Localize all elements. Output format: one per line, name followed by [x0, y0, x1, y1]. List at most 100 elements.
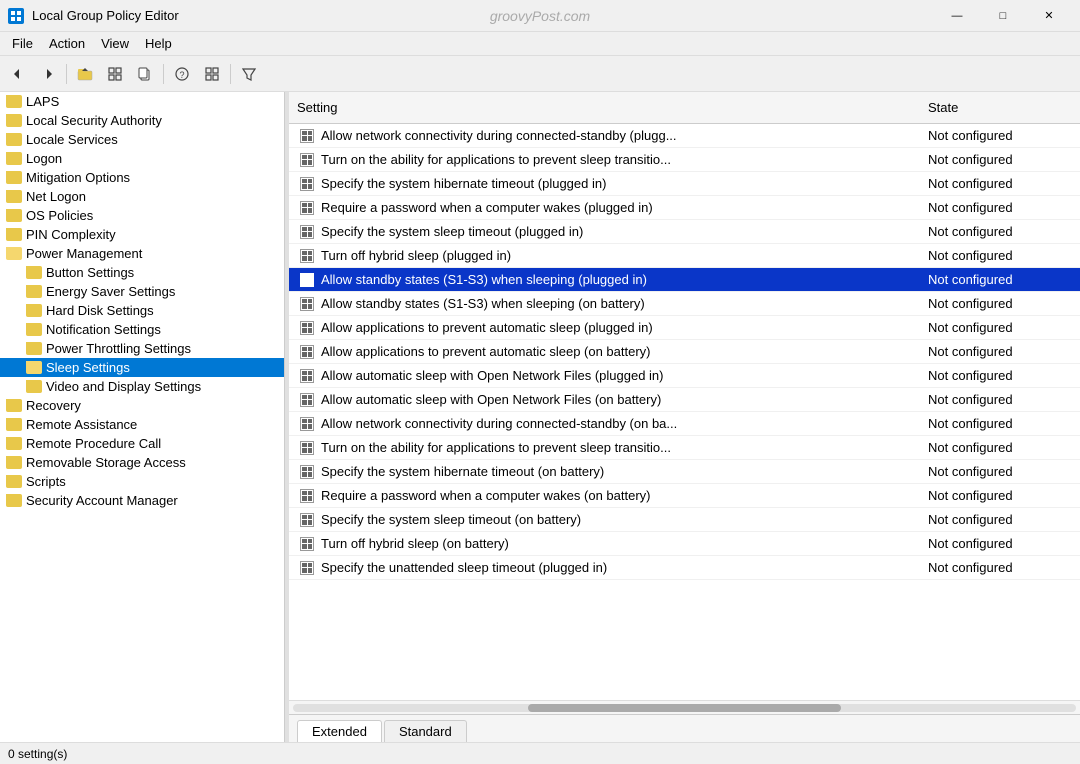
menu-help[interactable]: Help — [137, 34, 180, 53]
tree-item-label: Locale Services — [26, 132, 118, 147]
tab-standard[interactable]: Standard — [384, 720, 467, 742]
table-row[interactable]: Require a password when a computer wakes… — [289, 196, 1080, 220]
table-row[interactable]: Allow network connectivity during connec… — [289, 412, 1080, 436]
setting-icon — [297, 150, 317, 170]
table-row[interactable]: Allow automatic sleep with Open Network … — [289, 388, 1080, 412]
tree-item-local-security-authority[interactable]: Local Security Authority — [0, 111, 284, 130]
table-row[interactable]: Allow standby states (S1-S3) when sleepi… — [289, 268, 1080, 292]
row-setting: Turn off hybrid sleep (on battery) — [317, 532, 920, 555]
tree-item-removable-storage-access[interactable]: Removable Storage Access — [0, 453, 284, 472]
folder-icon — [26, 361, 42, 374]
tree-item-energy-saver-settings[interactable]: Energy Saver Settings — [0, 282, 284, 301]
table-row[interactable]: Turn off hybrid sleep (plugged in)Not co… — [289, 244, 1080, 268]
tree-item-power-throttling-settings[interactable]: Power Throttling Settings — [0, 339, 284, 358]
window-controls: — □ ✕ — [934, 0, 1072, 32]
close-button[interactable]: ✕ — [1026, 0, 1072, 32]
table-row[interactable]: Allow automatic sleep with Open Network … — [289, 364, 1080, 388]
separator-3 — [230, 64, 231, 84]
tree-item-label: Remote Assistance — [26, 417, 137, 432]
tree-item-sleep-settings[interactable]: Sleep Settings — [0, 358, 284, 377]
table-row[interactable]: Allow applications to prevent automatic … — [289, 340, 1080, 364]
tree-item-label: Power Management — [26, 246, 142, 261]
menu-file[interactable]: File — [4, 34, 41, 53]
table-row[interactable]: Turn on the ability for applications to … — [289, 436, 1080, 460]
folder-icon — [6, 152, 22, 165]
tree-item-notification-settings[interactable]: Notification Settings — [0, 320, 284, 339]
main-content: LAPS Local Security Authority Locale Servi… — [0, 92, 1080, 742]
row-setting: Require a password when a computer wakes… — [317, 484, 920, 507]
bottom-tabs: ExtendedStandard — [289, 714, 1080, 742]
table-row[interactable]: Allow standby states (S1-S3) when sleepi… — [289, 292, 1080, 316]
tree-item-mitigation-options[interactable]: Mitigation Options — [0, 168, 284, 187]
tree-item-locale-services[interactable]: Locale Services — [0, 130, 284, 149]
folder-icon — [6, 209, 22, 222]
tree-item-net-logon[interactable]: Net Logon — [0, 187, 284, 206]
help-button[interactable]: ? — [168, 61, 196, 87]
setting-icon — [297, 318, 317, 338]
tree-item-laps[interactable]: LAPS — [0, 92, 284, 111]
horizontal-scrollbar[interactable] — [289, 700, 1080, 714]
tree-item-security-account-manager[interactable]: Security Account Manager — [0, 491, 284, 510]
table-row[interactable]: Specify the system hibernate timeout (on… — [289, 460, 1080, 484]
table-row[interactable]: Require a password when a computer wakes… — [289, 484, 1080, 508]
svg-text:?: ? — [179, 70, 184, 80]
copy-button[interactable] — [131, 61, 159, 87]
table-row[interactable]: Turn on the ability for applications to … — [289, 148, 1080, 172]
table-row[interactable]: Allow applications to prevent automatic … — [289, 316, 1080, 340]
row-state: Not configured — [920, 388, 1080, 411]
tree-item-pin-complexity[interactable]: PIN Complexity — [0, 225, 284, 244]
setting-icon — [297, 342, 317, 362]
row-state: Not configured — [920, 436, 1080, 459]
tree-item-button-settings[interactable]: Button Settings — [0, 263, 284, 282]
menu-action[interactable]: Action — [41, 34, 93, 53]
row-setting: Allow automatic sleep with Open Network … — [317, 364, 920, 387]
row-setting: Specify the system hibernate timeout (on… — [317, 460, 920, 483]
tree-item-remote-assistance[interactable]: Remote Assistance — [0, 415, 284, 434]
back-button[interactable] — [4, 61, 32, 87]
table-row[interactable]: Specify the unattended sleep timeout (pl… — [289, 556, 1080, 580]
folder-icon — [6, 494, 22, 507]
status-text: 0 setting(s) — [8, 747, 67, 761]
tree-item-recovery[interactable]: Recovery — [0, 396, 284, 415]
forward-button[interactable] — [34, 61, 62, 87]
table-row[interactable]: Specify the system hibernate timeout (pl… — [289, 172, 1080, 196]
row-state: Not configured — [920, 364, 1080, 387]
up-folder-button[interactable] — [71, 61, 99, 87]
settings-button[interactable] — [198, 61, 226, 87]
tree-item-video-and-display-settings[interactable]: Video and Display Settings — [0, 377, 284, 396]
tab-extended[interactable]: Extended — [297, 720, 382, 742]
minimize-button[interactable]: — — [934, 0, 980, 32]
tree-item-label: Scripts — [26, 474, 66, 489]
tree-item-hard-disk-settings[interactable]: Hard Disk Settings — [0, 301, 284, 320]
view-button[interactable] — [101, 61, 129, 87]
folder-icon — [6, 475, 22, 488]
setting-icon — [297, 174, 317, 194]
tree-item-scripts[interactable]: Scripts — [0, 472, 284, 491]
folder-open-icon — [6, 247, 22, 260]
row-state: Not configured — [920, 172, 1080, 195]
tree-item-label: Video and Display Settings — [46, 379, 201, 394]
maximize-button[interactable]: □ — [980, 0, 1026, 32]
tree-item-power-management[interactable]: Power Management — [0, 244, 284, 263]
table-row[interactable]: Allow network connectivity during connec… — [289, 124, 1080, 148]
tree-item-logon[interactable]: Logon — [0, 149, 284, 168]
row-setting: Turn on the ability for applications to … — [317, 436, 920, 459]
table-row[interactable]: Specify the system sleep timeout (on bat… — [289, 508, 1080, 532]
tree-item-remote-procedure-call[interactable]: Remote Procedure Call — [0, 434, 284, 453]
menu-view[interactable]: View — [93, 34, 137, 53]
row-state: Not configured — [920, 316, 1080, 339]
col-state-header: State — [920, 96, 1080, 119]
row-state: Not configured — [920, 484, 1080, 507]
row-setting: Specify the system hibernate timeout (pl… — [317, 172, 920, 195]
setting-icon — [297, 438, 317, 458]
table-row[interactable]: Turn off hybrid sleep (on battery)Not co… — [289, 532, 1080, 556]
table-row[interactable]: Specify the system sleep timeout (plugge… — [289, 220, 1080, 244]
tree-item-label: Power Throttling Settings — [46, 341, 191, 356]
tree-item-label: Sleep Settings — [46, 360, 130, 375]
row-state: Not configured — [920, 148, 1080, 171]
tree-item-os-policies[interactable]: OS Policies — [0, 206, 284, 225]
tree-item-label: Local Security Authority — [26, 113, 162, 128]
setting-icon — [297, 486, 317, 506]
setting-icon — [297, 510, 317, 530]
filter-button[interactable] — [235, 61, 263, 87]
